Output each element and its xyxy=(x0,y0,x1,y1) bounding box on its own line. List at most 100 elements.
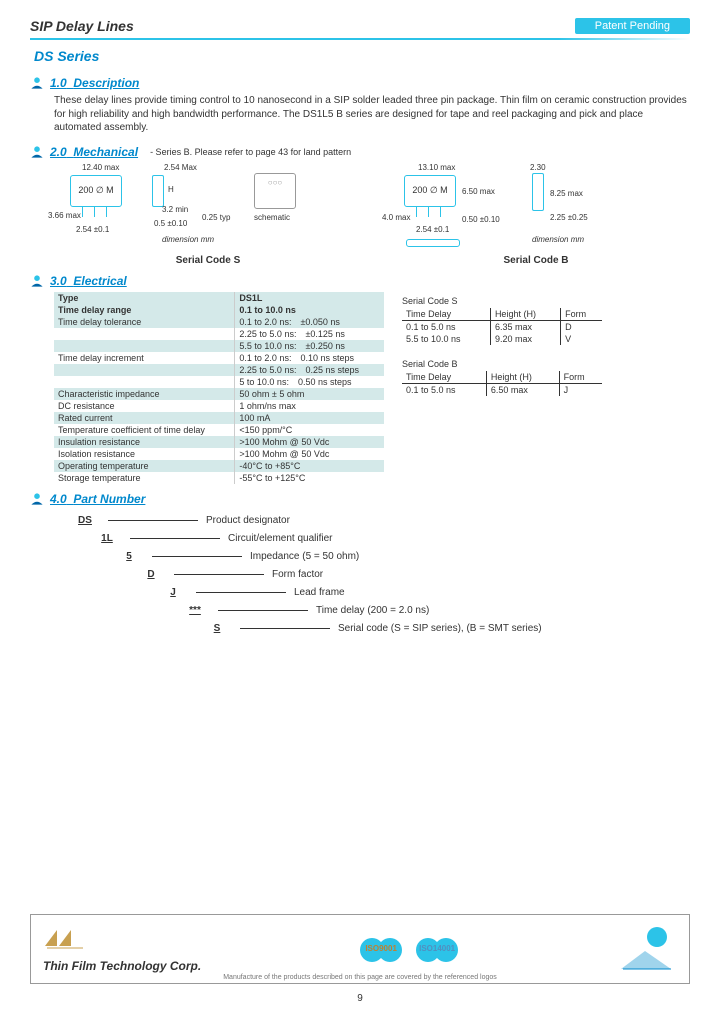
value-cell: 5 to 10.0 ns: 0.50 ns steps xyxy=(235,376,384,388)
pn-label: Form factor xyxy=(272,569,323,580)
param-cell: Storage temperature xyxy=(54,472,235,484)
serial-cell: J xyxy=(559,383,602,396)
dim-thick-s: 2.54 Max xyxy=(164,163,197,172)
part-number-row: 5Impedance (5 = 50 ohm) xyxy=(70,548,690,566)
serial-cell: V xyxy=(561,333,602,345)
part-number-row: S Serial code (S = SIP series), (B = SMT … xyxy=(70,620,690,638)
pn-code: J xyxy=(158,587,188,598)
value-cell: 1 ohm/ns max xyxy=(235,400,384,412)
dim-pitch-b: 2.54 ±0.1 xyxy=(416,225,449,234)
dim-pinsp-s: 0.5 ±0.10 xyxy=(154,219,187,228)
serial-b-title: Serial Code B xyxy=(402,359,602,369)
dim-sideh-b: 8.25 max xyxy=(550,189,583,198)
param-cell: Operating temperature xyxy=(54,460,235,472)
section-3-title: 3.0 Electrical xyxy=(50,274,127,288)
param-cell: DC resistance xyxy=(54,400,235,412)
col-type: Type xyxy=(54,292,235,304)
serial-b-table: Time Delay Height (H) Form 0.1 to 5.0 ns… xyxy=(402,371,602,396)
dim-mm-s: dimension mm xyxy=(162,235,214,244)
serial-cell: 6.35 max xyxy=(490,320,560,333)
part-number-row: JLead frame xyxy=(70,584,690,602)
param-cell: Characteristic impedance xyxy=(54,388,235,400)
dim-left-b: 4.0 max xyxy=(382,213,410,222)
electrical-table: TypeDS1L Time delay range0.1 to 10.0 nsT… xyxy=(54,292,384,484)
part-number-row: ***Time delay (200 = 2.0 ns) xyxy=(70,602,690,620)
chip-b: 200 ∅ M xyxy=(404,175,456,207)
dim-width-s: 12.40 max xyxy=(82,163,119,172)
serial-s-title: Serial Code S xyxy=(402,296,602,306)
pn-code: DS xyxy=(70,515,100,526)
value-cell: 50 ohm ± 5 ohm xyxy=(235,388,384,400)
mechanical-serial-s: 12.40 max 200 ∅ M 3.66 max 2.54 ±0.1 2.5… xyxy=(54,163,362,266)
pn-label: Product designator xyxy=(206,515,290,526)
footer-art-icon xyxy=(617,923,677,976)
pn-code: D xyxy=(136,569,166,580)
value-cell: <150 ppm/°C xyxy=(235,424,384,436)
param-cell xyxy=(54,340,235,352)
electrical-block: TypeDS1L Time delay range0.1 to 10.0 nsT… xyxy=(54,292,690,484)
pn-connector xyxy=(152,556,242,557)
dim-pintyp-s: 0.25 typ xyxy=(202,213,230,222)
param-cell: Temperature coefficient of time delay xyxy=(54,424,235,436)
pn-label: Circuit/element qualifier xyxy=(228,533,333,544)
param-cell: Time delay tolerance xyxy=(54,316,235,328)
pn-connector xyxy=(130,538,220,539)
section-3-header: 3.0 Electrical xyxy=(30,274,690,288)
section-2-title: 2.0 Mechanical xyxy=(50,145,138,159)
dim-mm-b: dimension mm xyxy=(532,235,584,244)
page-title: SIP Delay Lines xyxy=(30,18,134,34)
pn-label: Impedance (5 = 50 ohm) xyxy=(250,551,359,562)
param-cell xyxy=(54,328,235,340)
dim-sidew-b: 2.30 xyxy=(530,163,546,172)
value-cell: -40°C to +85°C xyxy=(235,460,384,472)
bullet-icon xyxy=(30,76,44,90)
logo-icon xyxy=(43,926,87,956)
pn-code: *** xyxy=(180,605,210,616)
part-number-row: DS Product designator xyxy=(70,512,690,530)
pn-connector xyxy=(174,574,264,575)
serial-code-s-label: Serial Code S xyxy=(54,255,362,266)
footer-box: Thin Film Technology Corp. ISO9001 ISO14… xyxy=(30,914,690,984)
serial-cell: 0.1 to 5.0 ns xyxy=(402,383,486,396)
param-cell: Time delay range xyxy=(54,304,235,316)
value-cell: >100 Mohm @ 50 Vdc xyxy=(235,448,384,460)
bottom-view-b xyxy=(406,239,460,247)
part-number-row: D Form factor xyxy=(70,566,690,584)
dim-width-b: 13.10 max xyxy=(418,163,455,172)
param-cell: Insulation resistance xyxy=(54,436,235,448)
part-number-row: 1L Circuit/element qualifier xyxy=(70,530,690,548)
header-bar: SIP Delay Lines Patent Pending xyxy=(30,18,690,34)
value-cell: 2.25 to 5.0 ns: 0.25 ns steps xyxy=(235,364,384,376)
pn-connector xyxy=(240,628,330,629)
bullet-icon xyxy=(30,145,44,159)
pn-code: S xyxy=(202,623,232,634)
schematic-label: schematic xyxy=(254,213,290,222)
pn-connector xyxy=(218,610,308,611)
chip-s: 200 ∅ M xyxy=(70,175,122,207)
col-val: DS1L xyxy=(235,292,384,304)
dim-leadl-b: 2.25 ±0.25 xyxy=(550,213,588,222)
param-cell: Rated current xyxy=(54,412,235,424)
serial-cell: 0.1 to 5.0 ns xyxy=(402,320,490,333)
pn-code: 1L xyxy=(92,533,122,544)
section-2-subtitle: - Series B. Please refer to page 43 for … xyxy=(150,147,351,157)
dim-pinsp-b: 0.50 ±0.10 xyxy=(462,215,500,224)
side-view-s xyxy=(152,175,164,207)
iso14001-badge: ISO14001 xyxy=(416,928,458,970)
schematic-icon: ○○○ xyxy=(254,173,296,209)
serial-cell: 9.20 max xyxy=(490,333,560,345)
pn-label: Serial code (S = SIP series), (B = SMT s… xyxy=(338,623,542,634)
footer-disclaimer: Manufacture of the products described on… xyxy=(31,974,689,981)
cert-badges: ISO9001 ISO14001 xyxy=(360,928,458,970)
header-rule xyxy=(30,38,690,40)
company-logo: Thin Film Technology Corp. xyxy=(43,926,201,973)
value-cell: 0.1 to 2.0 ns: 0.10 ns steps xyxy=(235,352,384,364)
value-cell: 100 mA xyxy=(235,412,384,424)
section-4-header: 4.0 Part Number xyxy=(30,492,690,506)
param-cell: Time delay increment xyxy=(54,352,235,364)
section-1-header: 1.0 Description xyxy=(30,76,690,90)
mechanical-drawings: 12.40 max 200 ∅ M 3.66 max 2.54 ±0.1 2.5… xyxy=(54,163,690,266)
serial-cell: 6.50 max xyxy=(486,383,559,396)
page: SIP Delay Lines Patent Pending DS Series… xyxy=(0,0,720,1012)
serial-cell: 5.5 to 10.0 ns xyxy=(402,333,490,345)
